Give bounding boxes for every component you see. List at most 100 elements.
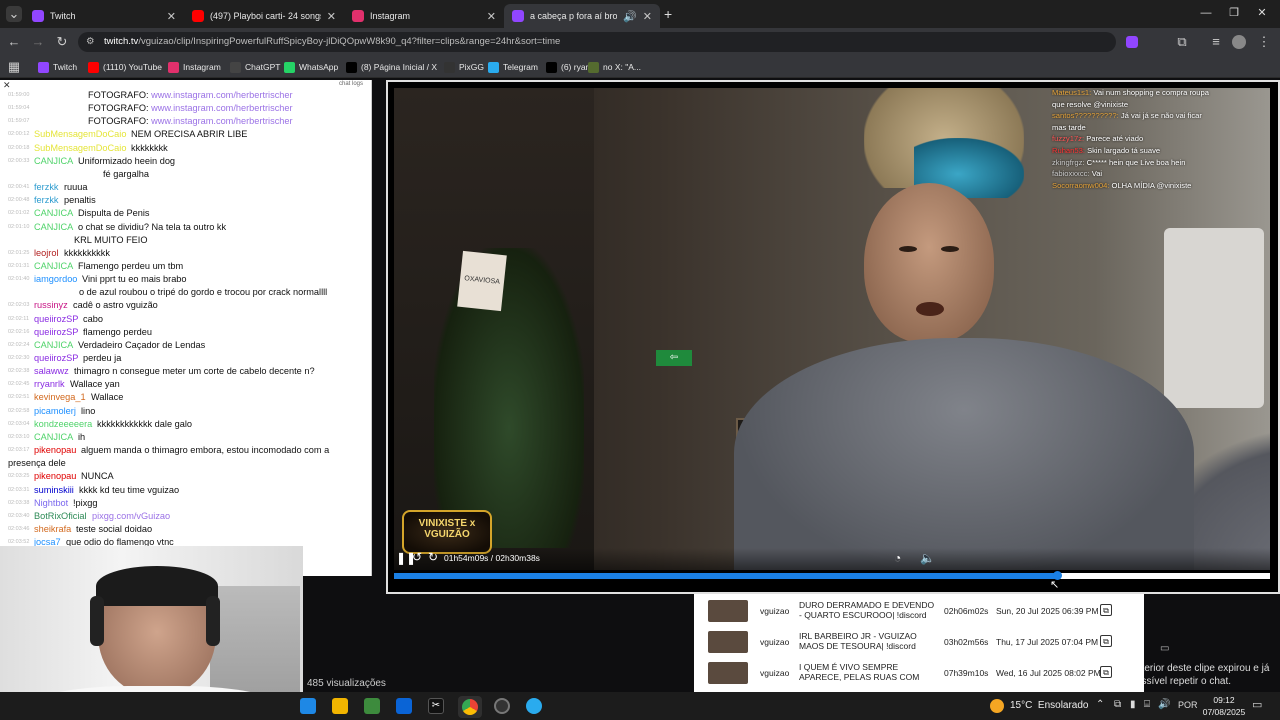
rewind-30-icon[interactable]: ↺	[412, 550, 422, 564]
chat-username[interactable]: suminskiii	[34, 484, 74, 497]
chat-username[interactable]: leojrol	[34, 247, 59, 260]
open-link-icon[interactable]: ⧉	[1100, 604, 1112, 616]
tab-3[interactable]: Instagram ✕	[344, 4, 504, 28]
speed-icon[interactable]: ◔	[894, 551, 901, 565]
forward-30-icon[interactable]: ↻	[428, 550, 438, 564]
file-explorer-icon[interactable]	[332, 698, 348, 714]
restore-icon[interactable]: ❐	[1222, 4, 1246, 22]
bookmark-item[interactable]: (1110) YouTube	[88, 59, 162, 75]
tray-apps-icon[interactable]: ⧉	[1114, 699, 1121, 710]
chat-link[interactable]: pixgg.com/vGuizao	[92, 511, 170, 521]
chat-username[interactable]: salawwz	[34, 365, 69, 378]
chat-username[interactable]: queiirozSP	[34, 326, 78, 339]
site-info-icon[interactable]: ⚙	[86, 32, 95, 52]
clip-thumbnail[interactable]	[708, 631, 748, 653]
network-icon[interactable]: ⌸	[1144, 699, 1150, 710]
chat-link[interactable]: www.instagram.com/herbertrischer	[151, 90, 292, 100]
video-frame[interactable]: OXAVIOSA ⇦ Mateus1s1: Vai num shopping e…	[394, 88, 1270, 570]
media-control-icon[interactable]: ≡	[1208, 34, 1224, 50]
tab-close-icon[interactable]: ✕	[643, 10, 652, 23]
clip-row[interactable]: vguizao I QUEM É VIVO SEMPRE APARECE, PEL…	[694, 658, 1144, 689]
chat-username[interactable]: BotRixOficial	[34, 510, 87, 523]
extension-icon[interactable]	[1126, 36, 1138, 48]
menu-icon[interactable]: ⋮	[1256, 34, 1272, 50]
chat-link[interactable]: www.instagram.com/herbertrischer	[151, 116, 292, 126]
reload-icon[interactable]: ↻	[54, 34, 70, 50]
notifications-icon[interactable]: ▭	[1252, 698, 1262, 711]
clip-thumbnail[interactable]	[708, 662, 748, 684]
chat-username[interactable]: kevinvega_1	[34, 391, 86, 404]
tab-audio-icon[interactable]: 🔊	[623, 10, 637, 23]
mic-icon[interactable]: ▮	[1130, 699, 1136, 710]
chat-username[interactable]: SubMensagemDoCaio	[34, 128, 127, 142]
bookmark-item[interactable]: WhatsApp	[284, 59, 338, 75]
chat-username[interactable]: ferzkk	[34, 194, 59, 207]
progress-track[interactable]	[394, 571, 1270, 580]
chat-username[interactable]: CANJICA	[34, 207, 73, 220]
open-link-icon[interactable]: ⧉	[1100, 666, 1112, 678]
chat-username[interactable]: Nightbot	[34, 497, 68, 510]
chat-username[interactable]: kondzeeeeera	[34, 418, 92, 431]
new-tab-button[interactable]: +	[664, 6, 672, 22]
chat-username[interactable]: queiirozSP	[34, 352, 78, 365]
bookmark-item[interactable]: Telegram	[488, 59, 538, 75]
chat-username[interactable]: russinyz	[34, 299, 68, 312]
chat-username[interactable]: rryanrlk	[34, 378, 65, 391]
obs-icon[interactable]	[494, 698, 510, 714]
clock-time[interactable]: 09:12	[1204, 695, 1244, 705]
chat-username[interactable]: CANJICA	[34, 260, 73, 273]
minimize-icon[interactable]: —	[1194, 4, 1218, 22]
chrome-taskbar-active[interactable]	[458, 696, 482, 718]
clock-date[interactable]: 07/08/2025	[1198, 707, 1250, 717]
extensions-puzzle-icon[interactable]: ⧉	[1174, 34, 1190, 50]
bookmark-item[interactable]: Twitch	[38, 59, 77, 75]
chat-username[interactable]: SubMensagemDoCaio	[34, 141, 127, 155]
chat-username[interactable]: CANJICA	[34, 221, 73, 234]
clip-title[interactable]: IRL BARBEIRO JR - VGUIZAO MAOS DE TESOUR…	[799, 631, 939, 651]
chat-username[interactable]: CANJICA	[34, 431, 73, 444]
chat-link[interactable]: www.instagram.com/herbertrischer	[151, 103, 292, 113]
tab-search-icon[interactable]: ⌄	[6, 6, 22, 22]
clip-row[interactable]: vguizao IRL BARBEIRO JR - VGUIZAO MAOS DE…	[694, 627, 1144, 658]
language-indicator[interactable]: POR	[1178, 700, 1198, 710]
address-bar[interactable]: ⚙ twitch.tv/vguizao/clip/InspiringPowerf…	[78, 32, 1116, 52]
tab-close-icon[interactable]: ✕	[487, 10, 496, 23]
clip-thumbnail[interactable]	[708, 600, 748, 622]
chat-username[interactable]: picamolerj	[34, 405, 76, 418]
chat-username[interactable]: ferzkk	[34, 181, 59, 194]
apps-grid-icon[interactable]: ▦	[6, 59, 22, 75]
chat-username[interactable]: queiirozSP	[34, 313, 78, 326]
clip-title[interactable]: DURO DERRAMADO E DEVENDO - QUARTO ESCURO…	[799, 600, 939, 620]
outlook-icon[interactable]	[396, 698, 412, 714]
close-window-icon[interactable]: ✕	[1250, 4, 1274, 22]
clip-title[interactable]: I QUEM É VIVO SEMPRE APARECE, PELAS RUAS…	[799, 662, 939, 682]
chat-username[interactable]: pikenopau	[34, 444, 76, 457]
bookmark-item[interactable]: Instagram	[168, 59, 221, 75]
bookmark-item[interactable]: PixGG	[444, 59, 484, 75]
volume-icon[interactable]: 🔈	[920, 551, 935, 565]
chat-username[interactable]: CANJICA	[34, 155, 73, 168]
tab-1[interactable]: Twitch ✕	[24, 4, 184, 28]
chat-username[interactable]: pikenopau	[34, 470, 76, 483]
bookmark-item[interactable]: (8) Página Inicial / X	[346, 59, 437, 75]
speaker-icon[interactable]: 🔊	[1158, 699, 1170, 710]
chat-username[interactable]: sheikrafa	[34, 523, 71, 536]
chat-username[interactable]: CANJICA	[34, 339, 73, 352]
edge-icon[interactable]	[300, 698, 316, 714]
tab-4[interactable]: a cabeça p fora aí brother 🔊 ✕	[504, 4, 660, 28]
chat-username[interactable]: iamgordoo	[34, 273, 77, 286]
tab-close-icon[interactable]: ✕	[327, 10, 336, 23]
clip-row[interactable]: vguizao DURO DERRAMADO E DEVENDO - QUARTO…	[694, 596, 1144, 627]
telegram-taskbar-icon[interactable]	[526, 698, 542, 714]
bookmark-item[interactable]: no X: "A...	[588, 59, 641, 75]
capcut-icon[interactable]: ✂	[428, 698, 444, 714]
back-icon[interactable]: ←	[6, 34, 22, 50]
store-icon[interactable]	[364, 698, 380, 714]
bookmark-item[interactable]: ChatGPT	[230, 59, 280, 75]
open-link-icon[interactable]: ⧉	[1100, 635, 1112, 647]
tab-close-icon[interactable]: ✕	[167, 10, 176, 23]
profile-avatar[interactable]	[1232, 35, 1246, 49]
tab-2[interactable]: (497) Playboi carti- 24 songs- (✕	[184, 4, 344, 28]
tray-chevron-icon[interactable]: ⌃	[1096, 699, 1104, 710]
bookmark-item[interactable]: (6) ryan	[546, 59, 590, 75]
